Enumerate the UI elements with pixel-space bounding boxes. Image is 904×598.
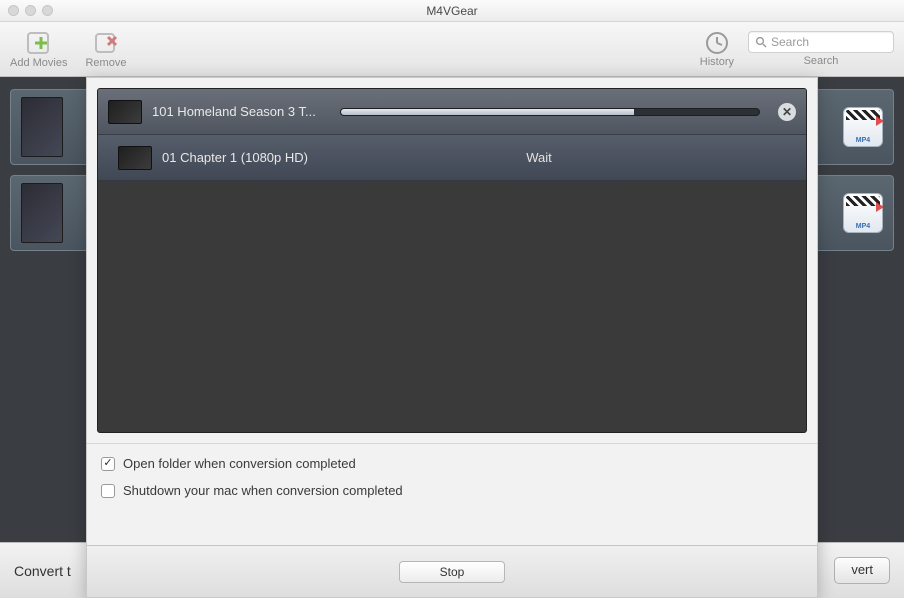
movie-poster (21, 97, 63, 157)
progress-status: Wait (318, 150, 760, 165)
add-movies-label: Add Movies (10, 57, 67, 69)
history-label: History (700, 56, 734, 68)
conversion-progress-dialog: 101 Homeland Season 3 T... ✕ 01 Chapter … (86, 77, 818, 598)
progress-row[interactable]: 101 Homeland Season 3 T... ✕ (98, 89, 806, 135)
open-folder-checkbox[interactable] (101, 457, 115, 471)
output-format-badge[interactable]: MP4 (843, 193, 883, 233)
format-label: MP4 (846, 137, 880, 144)
conversion-options: Open folder when conversion completed Sh… (87, 443, 817, 510)
progress-row[interactable]: 01 Chapter 1 (1080p HD) Wait (98, 135, 806, 181)
convert-to-label: Convert t (14, 563, 71, 579)
open-folder-option[interactable]: Open folder when conversion completed (101, 450, 803, 477)
progress-list: 101 Homeland Season 3 T... ✕ 01 Chapter … (97, 88, 807, 433)
progress-title: 01 Chapter 1 (1080p HD) (162, 150, 308, 165)
add-movies-button[interactable]: Add Movies (10, 29, 67, 69)
titlebar: M4VGear (0, 0, 904, 22)
convert-button[interactable]: vert (834, 557, 890, 584)
shutdown-option[interactable]: Shutdown your mac when conversion comple… (101, 477, 803, 504)
search-input-container[interactable]: Search (748, 31, 894, 53)
progress-title: 101 Homeland Season 3 T... (152, 104, 322, 119)
remove-label: Remove (85, 57, 126, 69)
search-icon (755, 36, 767, 48)
remove-button[interactable]: Remove (85, 29, 126, 69)
cancel-item-button[interactable]: ✕ (778, 103, 796, 121)
format-label: MP4 (846, 223, 880, 230)
add-movies-icon (23, 29, 55, 57)
search-placeholder: Search (771, 35, 809, 49)
movie-poster (21, 183, 63, 243)
clapper-icon (846, 110, 880, 120)
progress-bar-fill (341, 109, 634, 115)
format-arrow-icon (876, 116, 884, 126)
open-folder-label: Open folder when conversion completed (123, 456, 356, 471)
remove-icon (90, 29, 122, 57)
search-label: Search (804, 55, 839, 67)
history-button[interactable]: History (700, 30, 734, 68)
dialog-footer: Stop (87, 545, 817, 597)
shutdown-checkbox[interactable] (101, 484, 115, 498)
clapper-icon (846, 196, 880, 206)
shutdown-label: Shutdown your mac when conversion comple… (123, 483, 403, 498)
format-arrow-icon (876, 202, 884, 212)
progress-thumb (118, 146, 152, 170)
stop-button[interactable]: Stop (399, 561, 505, 583)
output-format-badge[interactable]: MP4 (843, 107, 883, 147)
stop-button-label: Stop (440, 565, 465, 579)
convert-button-label: vert (851, 562, 873, 577)
progress-thumb (108, 100, 142, 124)
history-icon (704, 30, 730, 56)
toolbar: Add Movies Remove History Search Search (0, 22, 904, 77)
window-title: M4VGear (0, 4, 904, 18)
progress-bar (340, 108, 760, 116)
